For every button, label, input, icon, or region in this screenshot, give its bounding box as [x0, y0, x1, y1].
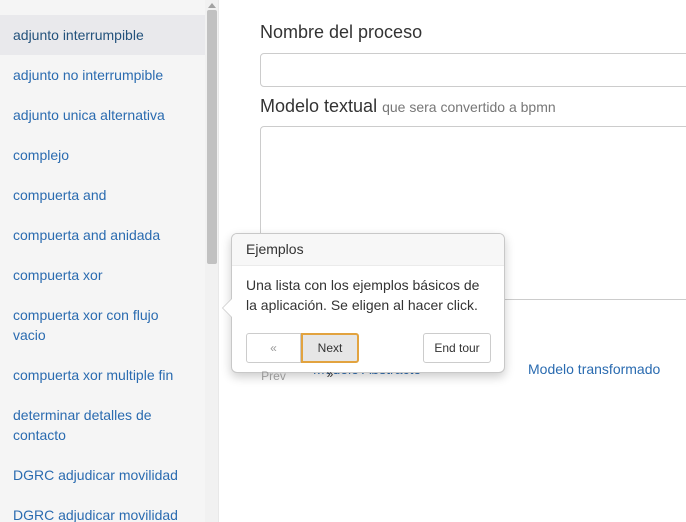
tour-end-button[interactable]: End tour — [423, 333, 491, 363]
textual-model-label: Modelo textual que sera convertido a bpm… — [260, 96, 556, 117]
sidebar-item-adjunto-no-interrumpible[interactable]: adjunto no interrumpible — [0, 55, 205, 95]
sidebar-item-compuerta-xor-multiple-fin[interactable]: compuerta xor multiple fin — [0, 355, 205, 395]
transformed-model-link[interactable]: Modelo transformado — [528, 361, 660, 377]
sidebar-item-complejo[interactable]: complejo — [0, 135, 205, 175]
tour-title: Ejemplos — [232, 234, 504, 266]
sidebar-item-adjunto-interrumpible[interactable]: adjunto interrumpible — [0, 15, 205, 55]
tour-popover: Ejemplos Una lista con los ejemplos bási… — [222, 233, 505, 383]
sidebar-scrollbar[interactable] — [205, 0, 218, 522]
sidebar-item-adjunto-unica-alternativa[interactable]: adjunto unica alternativa — [0, 95, 205, 135]
scroll-thumb[interactable] — [207, 10, 217, 264]
tour-prev-button[interactable]: « Prev — [246, 333, 301, 383]
examples-list: adjunto interrumpible adjunto no interru… — [0, 15, 205, 522]
textual-model-hint: que sera convertido a bpmn — [382, 99, 556, 115]
sidebar-item-compuerta-xor[interactable]: compuerta xor — [0, 255, 205, 295]
tour-next-button[interactable]: Next » — [301, 333, 359, 381]
sidebar-item-dgrc-adjudicar-movilidad[interactable]: DGRC adjudicar movilidad — [0, 455, 205, 495]
sidebar-item-compuerta-and-anidada[interactable]: compuerta and anidada — [0, 215, 205, 255]
scroll-up-arrow-icon[interactable] — [205, 0, 218, 10]
textual-model-title: Modelo textual — [260, 96, 378, 116]
sidebar-item-compuerta-xor-flujo-vacio[interactable]: compuerta xor con flujo vacio — [0, 295, 205, 355]
sidebar-item-compuerta-and[interactable]: compuerta and — [0, 175, 205, 215]
tour-content: Una lista con los ejemplos básicos de la… — [246, 277, 480, 313]
popover-arrow — [222, 298, 232, 318]
sidebar-item-dgrc-adjudicar-movilidad-2[interactable]: DGRC adjudicar movilidad — [0, 495, 205, 522]
process-name-label: Nombre del proceso — [260, 22, 423, 42]
examples-sidebar: adjunto interrumpible adjunto no interru… — [0, 0, 219, 522]
tour-navigation: « Prev Next » End tour — [246, 333, 491, 383]
process-name-input[interactable] — [260, 53, 686, 87]
sidebar-item-determinar-detalles-contacto[interactable]: determinar detalles de contacto — [0, 395, 205, 455]
